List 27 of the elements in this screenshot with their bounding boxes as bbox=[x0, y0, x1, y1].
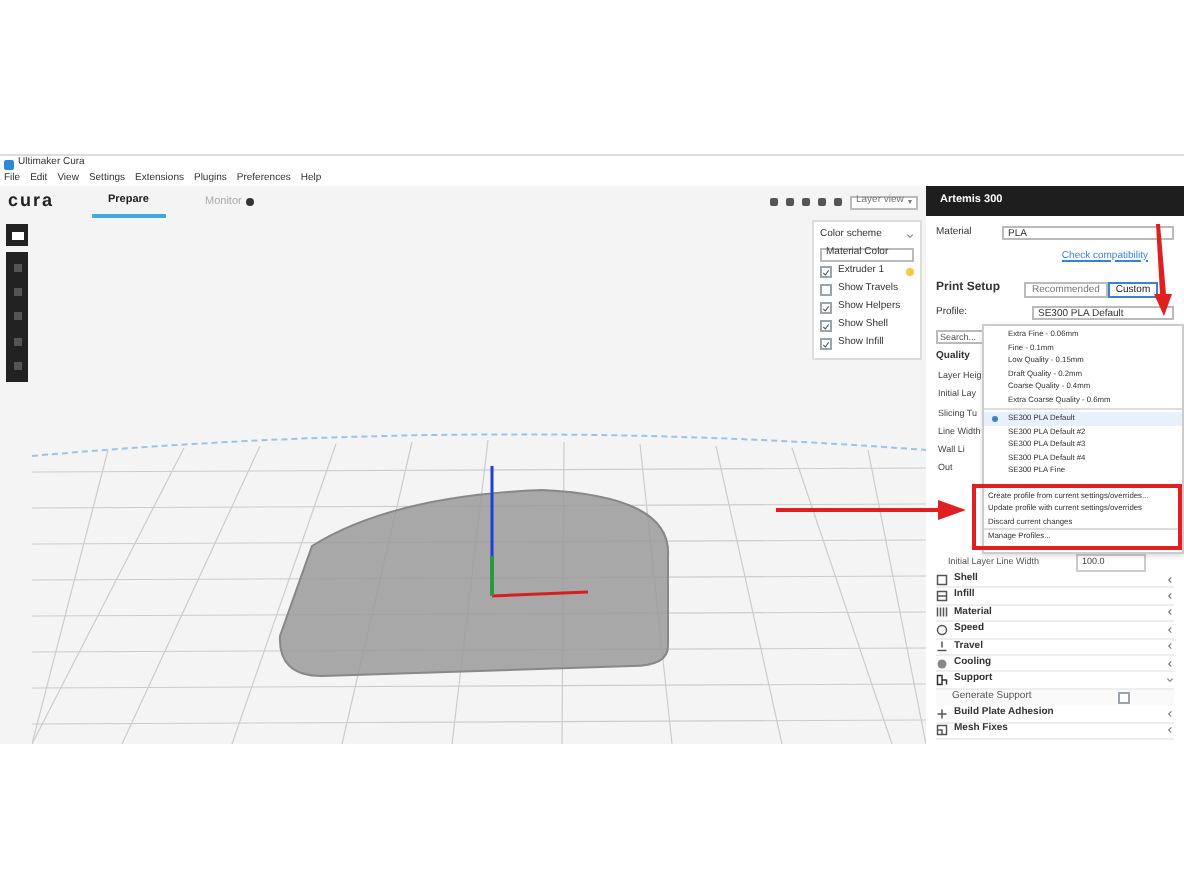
tool-icon[interactable] bbox=[13, 288, 21, 297]
checkbox[interactable] bbox=[820, 302, 832, 314]
tool-icon[interactable] bbox=[13, 264, 21, 273]
tool-icon[interactable] bbox=[13, 312, 21, 321]
category-icon bbox=[936, 606, 948, 619]
tool-icon[interactable] bbox=[13, 337, 21, 346]
checkbox[interactable] bbox=[820, 320, 832, 332]
category-icon bbox=[936, 707, 948, 720]
app-icon bbox=[4, 159, 14, 169]
open-file-icon[interactable] bbox=[6, 224, 28, 246]
category-icon bbox=[936, 657, 948, 670]
caret-icon bbox=[908, 200, 912, 204]
category-icon bbox=[936, 573, 948, 586]
cura-logo: cura bbox=[8, 188, 57, 215]
checkbox[interactable] bbox=[820, 266, 832, 278]
checkbox[interactable] bbox=[820, 284, 832, 296]
category-icon bbox=[936, 640, 948, 653]
category-icon bbox=[936, 674, 948, 687]
tool-icon[interactable] bbox=[13, 361, 21, 370]
checkmark-icon bbox=[822, 267, 830, 277]
axis-gizmo bbox=[490, 466, 589, 598]
checkbox[interactable] bbox=[820, 338, 832, 350]
category-icon bbox=[936, 590, 948, 603]
annotation-arrow bbox=[1154, 224, 1172, 316]
category-icon bbox=[936, 623, 948, 636]
category-icon bbox=[936, 724, 948, 737]
checkbox[interactable] bbox=[1118, 691, 1130, 704]
